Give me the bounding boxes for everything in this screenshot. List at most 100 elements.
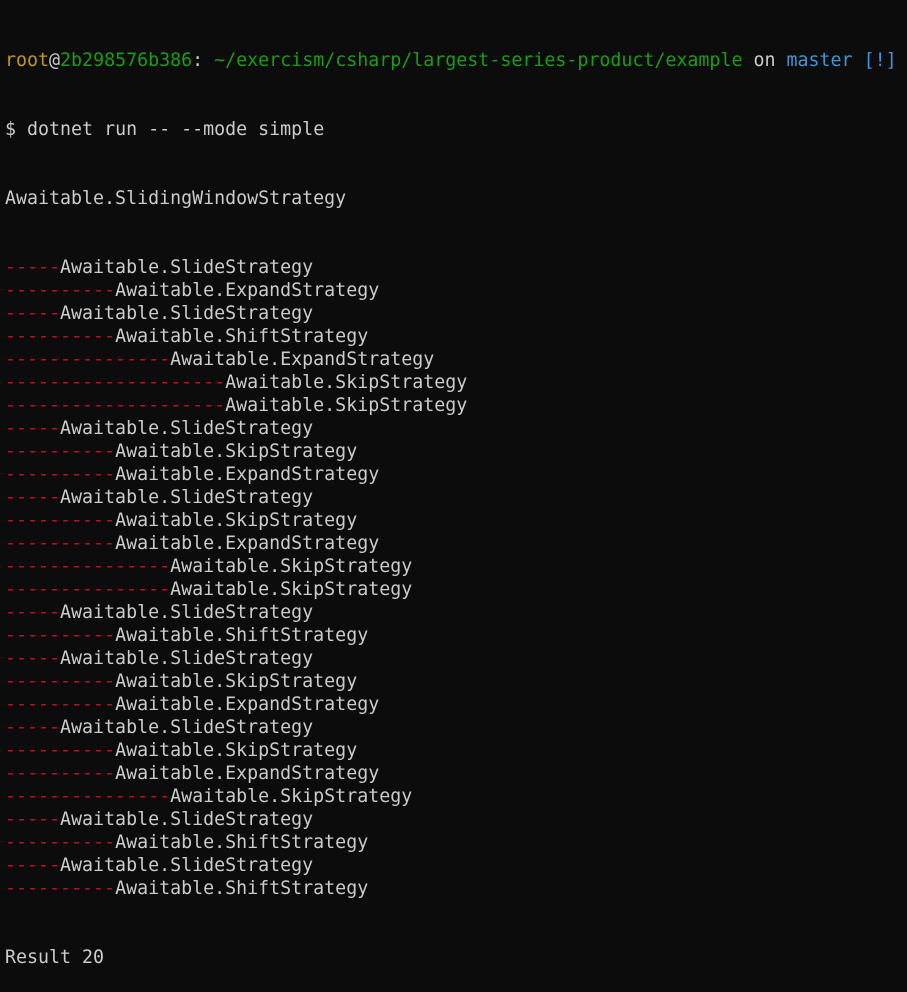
- output-line: ----------Awaitable.ShiftStrategy: [5, 624, 907, 647]
- command-line: $ dotnet run -- --mode simple: [5, 118, 907, 141]
- output-line: -----Awaitable.SlideStrategy: [5, 417, 907, 440]
- result-text: Result 20: [5, 947, 105, 968]
- strategy-name: Awaitable.SkipStrategy: [115, 441, 358, 462]
- output-line: ----------Awaitable.ShiftStrategy: [5, 325, 907, 348]
- tree-indent-dashes: ---------------: [5, 579, 171, 600]
- strategy-name: Awaitable.ExpandStrategy: [115, 694, 380, 715]
- output-line: ----------Awaitable.SkipStrategy: [5, 509, 907, 532]
- tree-indent-dashes: -----: [5, 602, 61, 623]
- prompt-path: ~/exercism/csharp/largest-series-product…: [214, 50, 743, 71]
- tree-indent-dashes: ---------------: [5, 556, 171, 577]
- output-line: ----------Awaitable.ExpandStrategy: [5, 279, 907, 302]
- output-line: ----------Awaitable.ExpandStrategy: [5, 463, 907, 486]
- output-line: -----Awaitable.SlideStrategy: [5, 854, 907, 877]
- output-line: -----Awaitable.SlideStrategy: [5, 647, 907, 670]
- output-line: ---------------Awaitable.ExpandStrategy: [5, 348, 907, 371]
- output-line: -----Awaitable.SlideStrategy: [5, 716, 907, 739]
- output-line: -----Awaitable.SlideStrategy: [5, 601, 907, 624]
- tree-indent-dashes: -----: [5, 855, 61, 876]
- strategy-name: Awaitable.ExpandStrategy: [115, 763, 380, 784]
- strategy-name: Awaitable.SkipStrategy: [170, 556, 413, 577]
- tree-indent-dashes: -----: [5, 487, 61, 508]
- tree-indent-dashes: -----: [5, 809, 61, 830]
- prompt-branch: master: [786, 50, 853, 71]
- strategy-name: Awaitable.ExpandStrategy: [170, 349, 435, 370]
- prompt-line: root@2b298576b386: ~/exercism/csharp/lar…: [5, 49, 907, 72]
- tree-indent-dashes: --------------------: [5, 372, 226, 393]
- output-line: ---------------Awaitable.SkipStrategy: [5, 578, 907, 601]
- tree-indent-dashes: ---------------: [5, 786, 171, 807]
- strategy-name: Awaitable.SlideStrategy: [60, 855, 314, 876]
- output-line: ----------Awaitable.SkipStrategy: [5, 739, 907, 762]
- prompt-host: 2b298576b386: [60, 50, 193, 71]
- tree-indent-dashes: ----------: [5, 763, 116, 784]
- command-text: dotnet run -- --mode simple: [27, 119, 325, 140]
- strategy-name: Awaitable.SkipStrategy: [170, 579, 413, 600]
- strategy-name: Awaitable.ShiftStrategy: [115, 878, 369, 899]
- output-root-line: Awaitable.SlidingWindowStrategy: [5, 187, 907, 210]
- tree-indent-dashes: ----------: [5, 671, 116, 692]
- strategy-name: Awaitable.ShiftStrategy: [115, 832, 369, 853]
- tree-indent-dashes: ----------: [5, 832, 116, 853]
- strategy-name: Awaitable.SlideStrategy: [60, 257, 314, 278]
- tree-indent-dashes: ---------------: [5, 349, 171, 370]
- output-root: Awaitable.SlidingWindowStrategy: [5, 188, 347, 209]
- output-line: -----Awaitable.SlideStrategy: [5, 302, 907, 325]
- strategy-name: Awaitable.SkipStrategy: [225, 372, 468, 393]
- tree-indent-dashes: ----------: [5, 625, 116, 646]
- strategy-name: Awaitable.SkipStrategy: [225, 395, 468, 416]
- strategy-name: Awaitable.ExpandStrategy: [115, 464, 380, 485]
- tree-indent-dashes: ----------: [5, 694, 116, 715]
- prompt-separator: :: [192, 50, 204, 71]
- output-line: ----------Awaitable.SkipStrategy: [5, 670, 907, 693]
- prompt-user: root: [5, 50, 50, 71]
- strategy-name: Awaitable.SlideStrategy: [60, 303, 314, 324]
- output-line: -----Awaitable.SlideStrategy: [5, 256, 907, 279]
- tree-indent-dashes: ----------: [5, 441, 116, 462]
- tree-indent-dashes: --------------------: [5, 395, 226, 416]
- strategy-name: Awaitable.ExpandStrategy: [115, 280, 380, 301]
- tree-indent-dashes: -----: [5, 257, 61, 278]
- strategy-name: Awaitable.ShiftStrategy: [115, 326, 369, 347]
- output-line: --------------------Awaitable.SkipStrate…: [5, 371, 907, 394]
- strategy-name: Awaitable.SlideStrategy: [60, 717, 314, 738]
- tree-indent-dashes: -----: [5, 717, 61, 738]
- output-line: ----------Awaitable.ExpandStrategy: [5, 762, 907, 785]
- strategy-name: Awaitable.SlideStrategy: [60, 648, 314, 669]
- output-line: ----------Awaitable.ShiftStrategy: [5, 877, 907, 900]
- output-line: --------------------Awaitable.SkipStrate…: [5, 394, 907, 417]
- output-line: -----Awaitable.SlideStrategy: [5, 486, 907, 509]
- tree-indent-dashes: ----------: [5, 878, 116, 899]
- tree-indent-dashes: ----------: [5, 740, 116, 761]
- terminal-window[interactable]: root@2b298576b386: ~/exercism/csharp/lar…: [5, 3, 907, 968]
- tree-output: -----Awaitable.SlideStrategy ----------Aw…: [5, 256, 907, 900]
- output-line: -----Awaitable.SlideStrategy: [5, 808, 907, 831]
- strategy-name: Awaitable.SkipStrategy: [115, 740, 358, 761]
- strategy-name: Awaitable.ShiftStrategy: [115, 625, 369, 646]
- tree-indent-dashes: ----------: [5, 464, 116, 485]
- output-line: ---------------Awaitable.SkipStrategy: [5, 785, 907, 808]
- tree-indent-dashes: ----------: [5, 533, 116, 554]
- strategy-name: Awaitable.SkipStrategy: [115, 671, 358, 692]
- prompt-git-status: [!]: [863, 50, 897, 71]
- output-line: ----------Awaitable.SkipStrategy: [5, 440, 907, 463]
- output-line: ----------Awaitable.ExpandStrategy: [5, 693, 907, 716]
- tree-indent-dashes: -----: [5, 648, 61, 669]
- output-line: ---------------Awaitable.SkipStrategy: [5, 555, 907, 578]
- strategy-name: Awaitable.SlideStrategy: [60, 418, 314, 439]
- tree-indent-dashes: -----: [5, 418, 61, 439]
- tree-indent-dashes: -----: [5, 303, 61, 324]
- strategy-name: Awaitable.ExpandStrategy: [115, 533, 380, 554]
- prompt-at: @: [49, 50, 61, 71]
- strategy-name: Awaitable.SlideStrategy: [60, 809, 314, 830]
- strategy-name: Awaitable.SlideStrategy: [60, 602, 314, 623]
- strategy-name: Awaitable.SkipStrategy: [115, 510, 358, 531]
- result-line: Result 20: [5, 946, 907, 969]
- output-line: ----------Awaitable.ExpandStrategy: [5, 532, 907, 555]
- strategy-name: Awaitable.SkipStrategy: [170, 786, 413, 807]
- prompt-on: on: [753, 50, 776, 71]
- tree-indent-dashes: ----------: [5, 326, 116, 347]
- output-line: ----------Awaitable.ShiftStrategy: [5, 831, 907, 854]
- tree-indent-dashes: ----------: [5, 280, 116, 301]
- strategy-name: Awaitable.SlideStrategy: [60, 487, 314, 508]
